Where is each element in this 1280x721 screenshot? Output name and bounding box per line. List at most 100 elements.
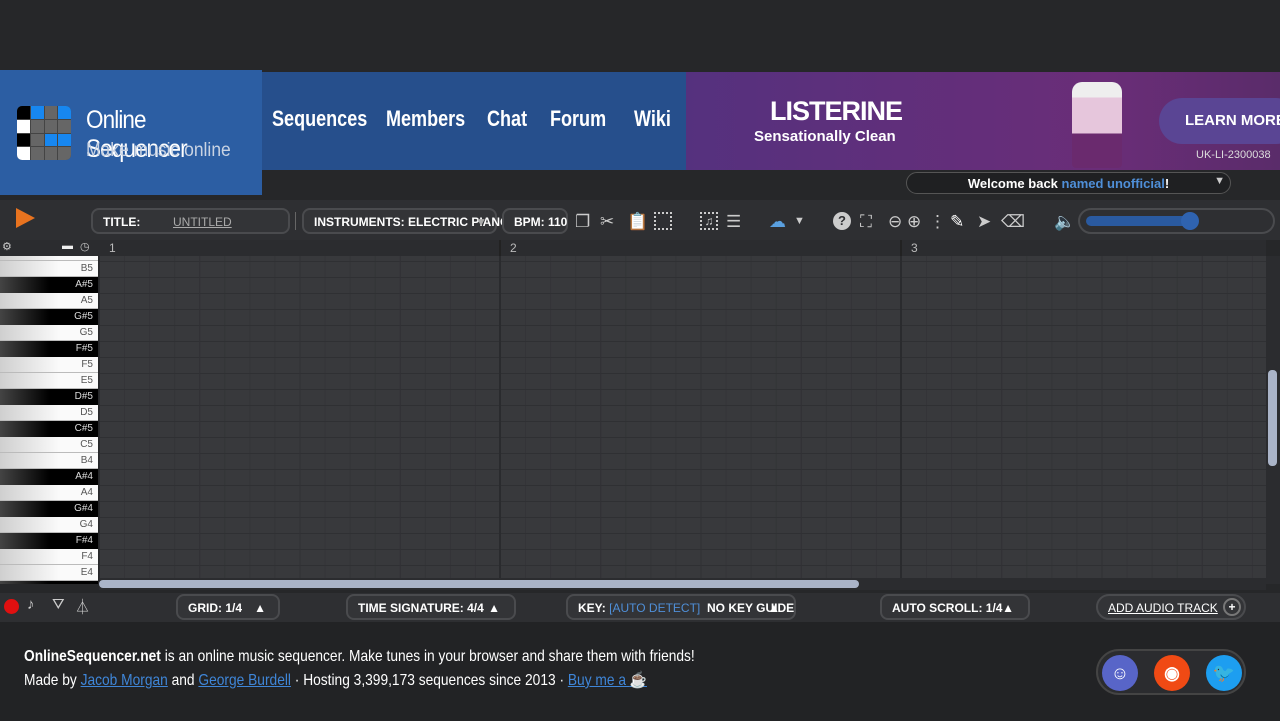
nav-wiki[interactable]: Wiki [634, 106, 671, 132]
piano-key[interactable]: A4 [0, 485, 98, 501]
piano-key[interactable]: G#4 [0, 501, 98, 517]
pointer-icon[interactable]: ➤ [977, 212, 991, 232]
piano-key[interactable]: A#4 [0, 469, 98, 485]
more-icon[interactable]: ⋮ [929, 212, 946, 232]
piano-key[interactable]: F#5 [0, 341, 98, 357]
add-audio-label: ADD AUDIO TRACK [1108, 601, 1218, 615]
add-audio-track-button[interactable]: ADD AUDIO TRACK + [1096, 594, 1246, 620]
piano-key[interactable]: D#5 [0, 389, 98, 405]
scroll-thumb[interactable] [1268, 370, 1277, 466]
measure-ruler[interactable]: ⚙ ▬ ◷ 1 2 3 [0, 240, 1266, 256]
piano-key[interactable]: G#5 [0, 309, 98, 325]
filter-icon[interactable]: ⛛ [52, 596, 65, 613]
footer-description: OnlineSequencer.net is an online music s… [24, 648, 695, 666]
key-guide-label[interactable]: NO KEY GUIDE [707, 601, 794, 615]
zoom-out-icon[interactable]: ⊖ [888, 212, 902, 232]
zoom-in-icon[interactable]: ⊕ [907, 212, 921, 232]
nav-forum[interactable]: Forum [550, 106, 606, 132]
piano-key[interactable]: E4 [0, 565, 98, 581]
vertical-scrollbar[interactable] [1266, 256, 1280, 584]
piano-key[interactable]: C5 [0, 437, 98, 453]
volume-knob[interactable] [1181, 212, 1199, 230]
title-field[interactable]: TITLE: UNTITLED [91, 208, 290, 234]
time-signature-select[interactable]: TIME SIGNATURE: 4/4 ▲ [346, 594, 516, 620]
made-by-text: Made by [24, 672, 81, 689]
instrument-select[interactable]: INSTRUMENTS: ELECTRIC PIANO ▼ [302, 208, 509, 234]
sliders-icon[interactable]: ☰ [726, 212, 741, 232]
cut-icon[interactable]: ✂ [600, 212, 614, 232]
piano-key[interactable]: B5 [0, 261, 98, 277]
logo-area[interactable]: Online Sequencer Make music online [0, 70, 262, 195]
hosting-text: · Hosting 3,399,173 sequences since 2013… [290, 672, 568, 689]
nav-sequences[interactable]: Sequences [272, 106, 367, 132]
help-icon[interactable]: ? [833, 212, 851, 230]
bpm-field[interactable]: BPM: 110 [502, 208, 568, 234]
nav-members[interactable]: Members [386, 106, 465, 132]
divider [295, 212, 296, 230]
reddit-icon[interactable]: ◉ [1154, 655, 1190, 691]
title-value[interactable]: UNTITLED [173, 215, 232, 229]
piano-key[interactable]: D#4 [0, 581, 98, 584]
welcome-bar: Welcome back named unofficial! ▼ [906, 172, 1231, 194]
social-links: ☺ ◉ 🐦 [1096, 649, 1246, 695]
piano-key[interactable]: F4 [0, 549, 98, 565]
coffee-icon: ☕ [629, 672, 647, 689]
ruler-icon[interactable]: ▬ [62, 240, 73, 252]
piano-key[interactable]: C#5 [0, 421, 98, 437]
piano-key[interactable]: D5 [0, 405, 98, 421]
volume-fill [1086, 216, 1191, 226]
donate-link[interactable]: Buy me a ☕ [568, 672, 647, 689]
select-all-icon[interactable] [654, 212, 672, 230]
settings-icon[interactable]: ⚙ [2, 240, 12, 253]
note-grid[interactable] [99, 256, 1266, 578]
metronome-note-icon[interactable]: ♪ [27, 596, 35, 613]
dropdown-caret-icon[interactable]: ▼ [1214, 175, 1225, 187]
twitter-icon[interactable]: 🐦 [1206, 655, 1242, 691]
piano-key[interactable]: E5 [0, 373, 98, 389]
site-subtitle: Make music online [86, 140, 231, 161]
advertisement[interactable]: LISTERINE Sensationally Clean LEARN MORE… [686, 72, 1280, 170]
piano-key[interactable]: B4 [0, 453, 98, 469]
discord-icon[interactable]: ☺ [1102, 655, 1138, 691]
piano-key[interactable]: G4 [0, 517, 98, 533]
key-label: KEY: [578, 601, 606, 615]
copy-icon[interactable]: ❐ [575, 212, 590, 232]
title-label: TITLE: [103, 215, 141, 229]
nav-chat[interactable]: Chat [487, 106, 527, 132]
piano-keys[interactable]: C6B5A#5A5G#5G5F#5F5E5D#5D5C#5C5B4A#4A4G#… [0, 256, 98, 584]
author-link[interactable]: George Burdell [198, 672, 291, 689]
author-link[interactable]: Jacob Morgan [81, 672, 168, 689]
piano-key[interactable]: F5 [0, 357, 98, 373]
eraser-icon[interactable]: ⌫ [1001, 212, 1025, 232]
fullscreen-icon[interactable]: ⛶ [860, 212, 872, 232]
select-notes-icon[interactable]: ♫ [700, 212, 718, 230]
chevron-down-icon[interactable]: ▼ [794, 215, 805, 227]
piano-key[interactable]: A5 [0, 293, 98, 309]
clock-icon[interactable]: ◷ [80, 240, 90, 253]
play-icon[interactable] [16, 208, 35, 228]
scroll-thumb[interactable] [99, 580, 859, 588]
piano-key[interactable]: F#4 [0, 533, 98, 549]
record-icon[interactable] [4, 599, 19, 614]
user-link[interactable]: named unofficial [1062, 176, 1165, 191]
horizontal-scrollbar[interactable] [99, 578, 1266, 590]
metronome-icon[interactable]: ⏃ [75, 596, 90, 617]
pencil-icon[interactable]: ✎ [950, 212, 964, 232]
volume-slider[interactable] [1078, 208, 1275, 234]
piano-key[interactable]: G5 [0, 325, 98, 341]
ad-learn-more-button[interactable]: LEARN MORE [1159, 98, 1280, 144]
ad-product-image [1072, 82, 1122, 168]
welcome-suffix: ! [1164, 176, 1170, 191]
piano-key[interactable]: A#5 [0, 277, 98, 293]
cloud-upload-icon[interactable]: ☁ [769, 212, 786, 232]
measure-label: 1 [109, 241, 116, 255]
key-select[interactable]: KEY: [AUTO DETECT] NO KEY GUIDE ▲ [566, 594, 796, 620]
key-value[interactable]: [AUTO DETECT] [609, 601, 700, 615]
auto-scroll-label: AUTO SCROLL: 1/4 [892, 601, 1003, 615]
paste-icon[interactable]: 📋 [627, 212, 648, 232]
chevron-down-icon: ▼ [475, 215, 487, 229]
auto-scroll-select[interactable]: AUTO SCROLL: 1/4 ▲ [880, 594, 1030, 620]
grid-select[interactable]: GRID: 1/4 ▲ [176, 594, 280, 620]
chevron-up-icon: ▲ [254, 601, 266, 615]
ad-code: UK-LI-2300038 [1196, 149, 1271, 161]
